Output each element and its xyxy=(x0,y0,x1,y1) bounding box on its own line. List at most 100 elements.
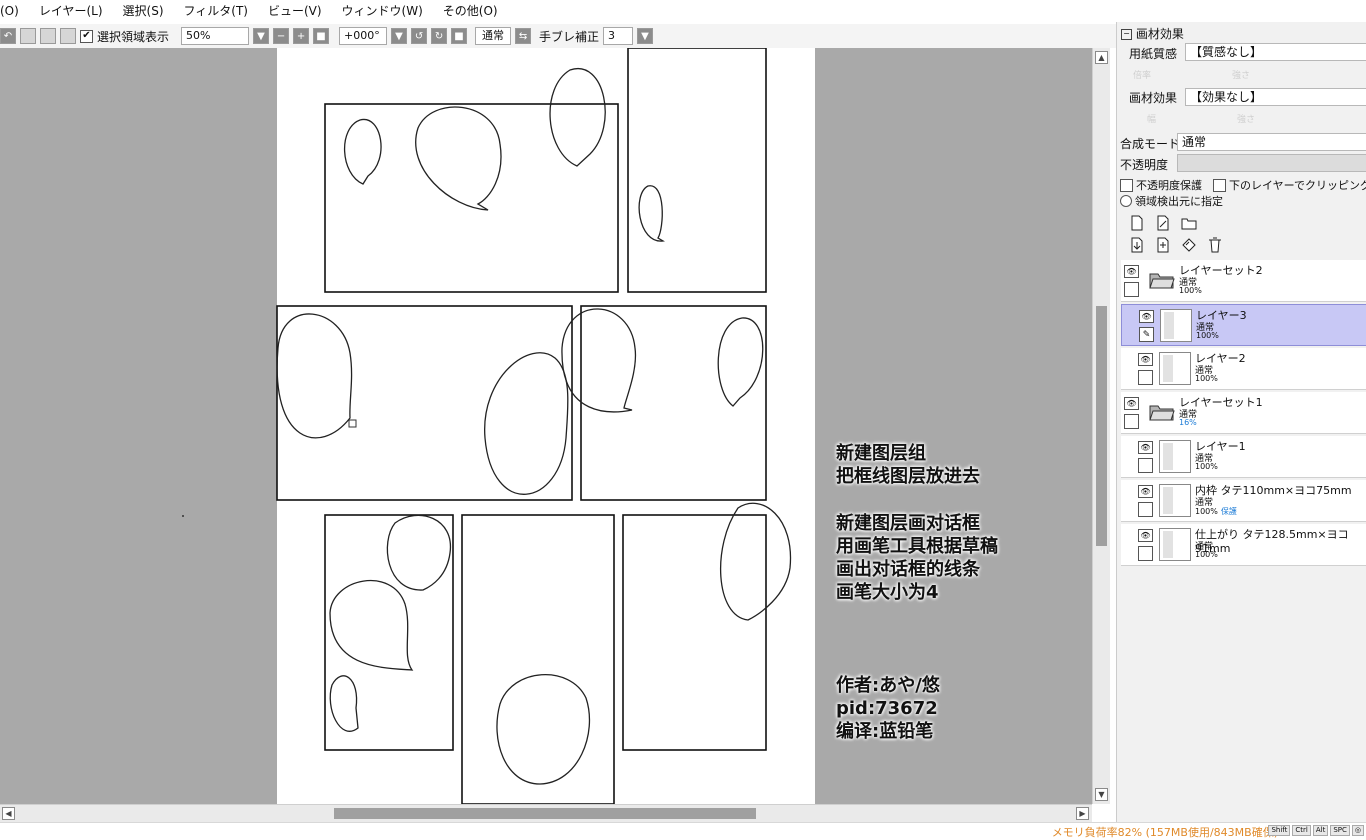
deselect-icon[interactable] xyxy=(20,28,36,44)
layer-lock-toggle[interactable] xyxy=(1124,414,1139,429)
menu-item-other-left[interactable]: (O) xyxy=(0,0,29,22)
memory-usage: メモリ負荷率82% (157MB使用/843MB確保) xyxy=(1051,826,1278,839)
menu-item-misc[interactable]: その他(O) xyxy=(433,0,508,22)
flip-horizontal-icon[interactable]: ⇆ xyxy=(515,28,532,44)
layer-thumbnail xyxy=(1159,352,1191,385)
scroll-left-icon[interactable]: ◀ xyxy=(2,807,15,820)
blend-mode-select[interactable]: 通常 xyxy=(1177,133,1366,151)
rotate-reset-icon[interactable]: ■ xyxy=(451,28,468,44)
annotation-line: 画笔大小为4 xyxy=(836,582,939,603)
preserve-opacity-option[interactable]: 不透明度保護 下のレイヤーでクリッピング xyxy=(1120,177,1366,193)
scroll-right-icon[interactable]: ▶ xyxy=(1076,807,1089,820)
layer-thumbnail xyxy=(1160,309,1192,342)
effect-select[interactable]: 【効果なし】 xyxy=(1185,88,1366,106)
speech-balloon xyxy=(276,313,353,439)
transfer-down-icon[interactable] xyxy=(1129,237,1145,253)
layer-lock-toggle[interactable] xyxy=(1138,502,1153,517)
vertical-scrollbar[interactable]: ▲ ▼ xyxy=(1092,48,1110,804)
speech-balloon xyxy=(329,675,359,732)
panel-frame xyxy=(627,48,767,293)
layer-row[interactable]: 👁 ✎ レイヤー3 通常 100% xyxy=(1121,304,1366,346)
layer-lock-toggle[interactable] xyxy=(1124,282,1139,297)
layer-row[interactable]: 👁 内枠 タテ110mm×ヨコ75mm 通常 100% 保護 xyxy=(1121,480,1366,522)
layer-folder-row[interactable]: 👁 レイヤーセット1 通常 16% xyxy=(1121,392,1366,434)
menu-item-filter[interactable]: フィルタ(T) xyxy=(174,0,258,22)
rotation-select[interactable]: +000° xyxy=(339,27,388,45)
speech-balloon xyxy=(561,308,637,413)
rotate-left-icon[interactable]: ↺ xyxy=(411,28,428,44)
selection-source-radio[interactable] xyxy=(1120,195,1132,207)
speech-balloon xyxy=(638,185,665,242)
paper-texture-select[interactable]: 【質感なし】 xyxy=(1185,43,1366,61)
texture-header-label: 画材効果 xyxy=(1135,27,1184,41)
opacity-slider[interactable] xyxy=(1177,154,1366,172)
layer-row[interactable]: 👁 仕上がり タテ128.5mm×ヨコ91mm 通常 100% xyxy=(1121,524,1366,566)
zoom-dropdown-icon[interactable]: ▼ xyxy=(253,28,270,44)
layer-lock-toggle[interactable] xyxy=(1138,370,1153,385)
merge-down-icon[interactable] xyxy=(1155,237,1171,253)
new-layer-icon[interactable] xyxy=(1129,215,1145,231)
stabilizer-dropdown-icon[interactable]: ▼ xyxy=(637,28,654,44)
undo-icon[interactable]: ↶ xyxy=(0,28,16,44)
eye-icon[interactable]: 👁 xyxy=(1139,310,1154,323)
stabilizer-value: 3 xyxy=(608,29,616,42)
zoom-in-icon[interactable]: + xyxy=(293,28,310,44)
layer-lock-toggle[interactable] xyxy=(1138,546,1153,561)
canvas-workspace[interactable]: 新建图层组 把框线图层放进去 新建图层画对话框 用画笔工具根据草稿 画出对话框的… xyxy=(0,48,1092,804)
zoom-reset-icon[interactable]: ■ xyxy=(313,28,330,44)
eye-icon[interactable]: 👁 xyxy=(1138,353,1153,366)
vertical-scroll-thumb[interactable] xyxy=(1096,306,1107,546)
speech-balloon xyxy=(549,67,606,167)
layer-opacity-value: 100% xyxy=(1195,374,1218,383)
blend-mode-label: 合成モード xyxy=(1120,137,1181,151)
scroll-up-icon[interactable]: ▲ xyxy=(1095,51,1108,64)
stabilizer-select[interactable]: 3 xyxy=(603,27,634,45)
panel-frame xyxy=(324,103,619,293)
normal-view-button[interactable]: 通常 xyxy=(475,27,512,45)
horizontal-scroll-thumb[interactable] xyxy=(334,808,756,819)
layer-lock-toggle[interactable] xyxy=(1138,458,1153,473)
key-space[interactable]: SPC xyxy=(1330,825,1350,836)
eye-icon[interactable]: 👁 xyxy=(1138,529,1153,542)
collapse-icon[interactable]: − xyxy=(1121,29,1132,40)
key-alt[interactable]: Alt xyxy=(1312,825,1329,836)
selection-display-checkbox[interactable]: ✔ xyxy=(80,29,93,43)
key-ctrl[interactable]: Ctrl xyxy=(1292,825,1311,836)
new-linework-layer-icon[interactable] xyxy=(1155,215,1171,231)
key-shift[interactable]: Shift xyxy=(1268,825,1291,836)
layer-thumbnail xyxy=(1159,484,1191,517)
menu-item-select[interactable]: 選択(S) xyxy=(113,0,174,22)
pen-icon[interactable]: ✎ xyxy=(1139,327,1154,342)
new-folder-icon[interactable] xyxy=(1181,215,1197,231)
credits-block: 作者:あや/悠 pid:73672 编译:蓝铅笔 xyxy=(836,674,940,743)
clear-layer-icon[interactable] xyxy=(1181,237,1197,253)
texture-header[interactable]: − 画材効果 xyxy=(1121,25,1184,42)
eye-icon[interactable]: 👁 xyxy=(1138,485,1153,498)
eye-icon[interactable]: 👁 xyxy=(1124,265,1139,278)
scroll-down-icon[interactable]: ▼ xyxy=(1095,788,1108,801)
trash-icon[interactable] xyxy=(1207,237,1223,253)
layer-row[interactable]: 👁 レイヤー1 通常 100% xyxy=(1121,436,1366,478)
layer-folder-row[interactable]: 👁 レイヤーセット2 通常 100% xyxy=(1121,260,1366,302)
invert-selection-icon[interactable] xyxy=(40,28,56,44)
layer-protected-badge: 保護 xyxy=(1220,507,1237,516)
eye-icon[interactable]: 👁 xyxy=(1124,397,1139,410)
layer-row[interactable]: 👁 レイヤー2 通常 100% xyxy=(1121,348,1366,390)
menu-item-window[interactable]: ウィンドウ(W) xyxy=(332,0,433,22)
rotate-right-icon[interactable]: ↻ xyxy=(431,28,448,44)
menu-item-layer[interactable]: レイヤー(L) xyxy=(29,0,113,22)
paper-texture-disabled-controls: 倍率 強さ xyxy=(1133,71,1251,81)
zoom-out-icon[interactable]: − xyxy=(273,28,290,44)
layer-opacity: 100% 保護 xyxy=(1195,506,1237,517)
eye-icon[interactable]: 👁 xyxy=(1138,441,1153,454)
menu-item-view[interactable]: ビュー(V) xyxy=(258,0,332,22)
selection-mode-icon[interactable] xyxy=(60,28,76,44)
rotation-dropdown-icon[interactable]: ▼ xyxy=(391,28,408,44)
zoom-select[interactable]: 50% xyxy=(181,27,250,45)
preserve-opacity-checkbox[interactable] xyxy=(1120,178,1133,192)
selection-source-option[interactable]: 領域検出元に指定 xyxy=(1120,193,1223,209)
horizontal-scrollbar[interactable]: ◀ ▶ xyxy=(0,804,1092,822)
clipping-checkbox[interactable] xyxy=(1213,178,1226,192)
key-any[interactable]: ◎ xyxy=(1351,825,1364,836)
rotation-value: +000° xyxy=(344,29,380,42)
